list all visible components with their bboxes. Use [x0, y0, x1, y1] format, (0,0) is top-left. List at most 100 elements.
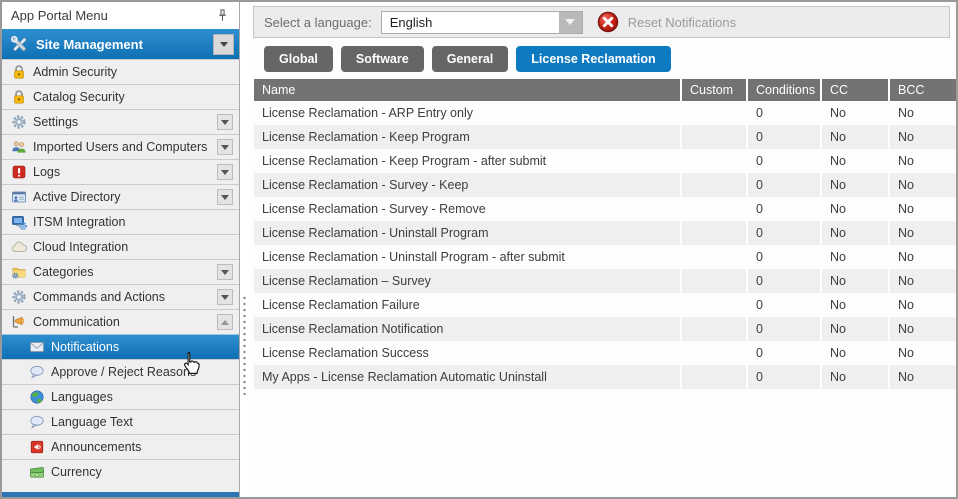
column-header[interactable]: BCC	[888, 79, 956, 101]
sidebar-item[interactable]: Approve / Reject Reasons	[2, 359, 239, 384]
sidebar-item[interactable]: Currency	[2, 459, 239, 484]
sidebar-item[interactable]: Active Directory	[2, 184, 239, 209]
sidebar-item[interactable]: Cloud Integration	[2, 234, 239, 259]
cell-custom	[680, 293, 746, 317]
sidebar-item[interactable]: Notifications	[2, 334, 239, 359]
sidebar-item-label: Language Text	[51, 415, 133, 429]
column-header[interactable]: CC	[820, 79, 888, 101]
sidebar-item[interactable]: Catalog Security	[2, 84, 239, 109]
table-row[interactable]: License Reclamation - Survey - Remove 0 …	[254, 197, 956, 221]
sidebar-item[interactable]: Imported Users and Computers	[2, 134, 239, 159]
sidebar-item[interactable]: Languages	[2, 384, 239, 409]
pin-icon[interactable]	[215, 8, 230, 23]
cell-cc: No	[820, 341, 888, 365]
cell-bcc: No	[888, 293, 956, 317]
cell-cc: No	[820, 365, 888, 389]
table-row[interactable]: License Reclamation Notification 0 No No	[254, 317, 956, 341]
column-header[interactable]: Conditions	[746, 79, 820, 101]
item-collapse-button[interactable]	[217, 264, 233, 280]
sidebar-item-label: Logs	[33, 165, 60, 179]
cell-name: License Reclamation Failure	[254, 293, 680, 317]
announce-icon	[29, 439, 45, 455]
cell-bcc: No	[888, 365, 956, 389]
sidebar-item-label: Approve / Reject Reasons	[51, 365, 196, 379]
sidebar-item[interactable]: Admin Security	[2, 59, 239, 84]
sidebar-item[interactable]: Commands and Actions	[2, 284, 239, 309]
sidebar-item[interactable]: Communication	[2, 309, 239, 334]
sidebar-item[interactable]: ITSM Integration	[2, 209, 239, 234]
cell-conditions: 0	[746, 245, 820, 269]
item-collapse-button[interactable]	[217, 289, 233, 305]
sidebar-item-label: Currency	[51, 465, 102, 479]
table-row[interactable]: License Reclamation - Survey - Keep 0 No…	[254, 173, 956, 197]
sidebar-header: App Portal Menu	[2, 2, 239, 29]
table-row[interactable]: License Reclamation Failure 0 No No	[254, 293, 956, 317]
sidebar-item-label: Catalog Security	[33, 90, 125, 104]
tab[interactable]: Software	[341, 46, 424, 72]
chevron-down-icon	[220, 42, 228, 47]
sidebar-item[interactable]: Categories	[2, 259, 239, 284]
cell-bcc: No	[888, 149, 956, 173]
cell-custom	[680, 125, 746, 149]
cell-cc: No	[820, 125, 888, 149]
sidebar-item[interactable]: Settings	[2, 109, 239, 134]
envelope-icon	[29, 339, 45, 355]
cell-name: License Reclamation - Keep Program - aft…	[254, 149, 680, 173]
item-collapse-button[interactable]	[217, 314, 233, 330]
sidebar-item[interactable]: Logs	[2, 159, 239, 184]
sidebar-item-label: Categories	[33, 265, 93, 279]
cell-bcc: No	[888, 341, 956, 365]
sidebar-item-label: Announcements	[51, 440, 141, 454]
tab[interactable]: Global	[264, 46, 333, 72]
sidebar: App Portal Menu Site Management Admin Se…	[2, 2, 240, 497]
tools-icon	[10, 35, 29, 54]
sidebar-item-label: Admin Security	[33, 65, 117, 79]
table-header-row: Name Custom Conditions CC BCC	[254, 79, 956, 101]
cell-conditions: 0	[746, 317, 820, 341]
table-row[interactable]: License Reclamation - Uninstall Program …	[254, 221, 956, 245]
table-row[interactable]: License Reclamation – Survey 0 No No	[254, 269, 956, 293]
sidebar-item-label: Languages	[51, 390, 113, 404]
column-header[interactable]: Name	[254, 79, 680, 101]
language-select[interactable]: English	[381, 11, 583, 34]
cell-conditions: 0	[746, 149, 820, 173]
cell-name: License Reclamation - Survey - Keep	[254, 173, 680, 197]
table-row[interactable]: License Reclamation - ARP Entry only 0 N…	[254, 101, 956, 125]
table-row[interactable]: My Apps - License Reclamation Automatic …	[254, 365, 956, 389]
item-collapse-button[interactable]	[217, 139, 233, 155]
sidebar-item-label: Cloud Integration	[33, 240, 128, 254]
splitter-grip[interactable]	[243, 295, 246, 395]
sidebar-item-label: ITSM Integration	[33, 215, 125, 229]
table-row[interactable]: License Reclamation - Keep Program 0 No …	[254, 125, 956, 149]
table-row[interactable]: License Reclamation - Keep Program - aft…	[254, 149, 956, 173]
reset-notifications-button[interactable]	[597, 11, 619, 33]
sidebar-item-label: Communication	[33, 315, 120, 329]
cell-name: License Reclamation - ARP Entry only	[254, 101, 680, 125]
table-row[interactable]: License Reclamation - Uninstall Program …	[254, 245, 956, 269]
item-collapse-button[interactable]	[217, 114, 233, 130]
sidebar-item[interactable]: Announcements	[2, 434, 239, 459]
chevron-icon	[221, 170, 229, 175]
cell-bcc: No	[888, 173, 956, 197]
table-row[interactable]: License Reclamation Success 0 No No	[254, 341, 956, 365]
cell-cc: No	[820, 293, 888, 317]
cell-conditions: 0	[746, 221, 820, 245]
reset-notifications-label: Reset Notifications	[628, 15, 736, 30]
sidebar-item-site-management[interactable]: Site Management	[2, 29, 239, 59]
cell-cc: No	[820, 173, 888, 197]
tab[interactable]: General	[432, 46, 509, 72]
cell-conditions: 0	[746, 293, 820, 317]
cell-cc: No	[820, 149, 888, 173]
sidebar-item[interactable]: Language Text	[2, 409, 239, 434]
cloud-icon	[11, 239, 27, 255]
site-management-collapse-button[interactable]	[213, 34, 234, 55]
item-collapse-button[interactable]	[217, 164, 233, 180]
sidebar-item-label: Active Directory	[33, 190, 121, 204]
adcard-icon	[11, 189, 27, 205]
cell-cc: No	[820, 221, 888, 245]
column-header[interactable]: Custom	[680, 79, 746, 101]
cell-custom	[680, 173, 746, 197]
language-select-arrow-button[interactable]	[559, 12, 582, 33]
item-collapse-button[interactable]	[217, 189, 233, 205]
tab[interactable]: License Reclamation	[516, 46, 670, 72]
